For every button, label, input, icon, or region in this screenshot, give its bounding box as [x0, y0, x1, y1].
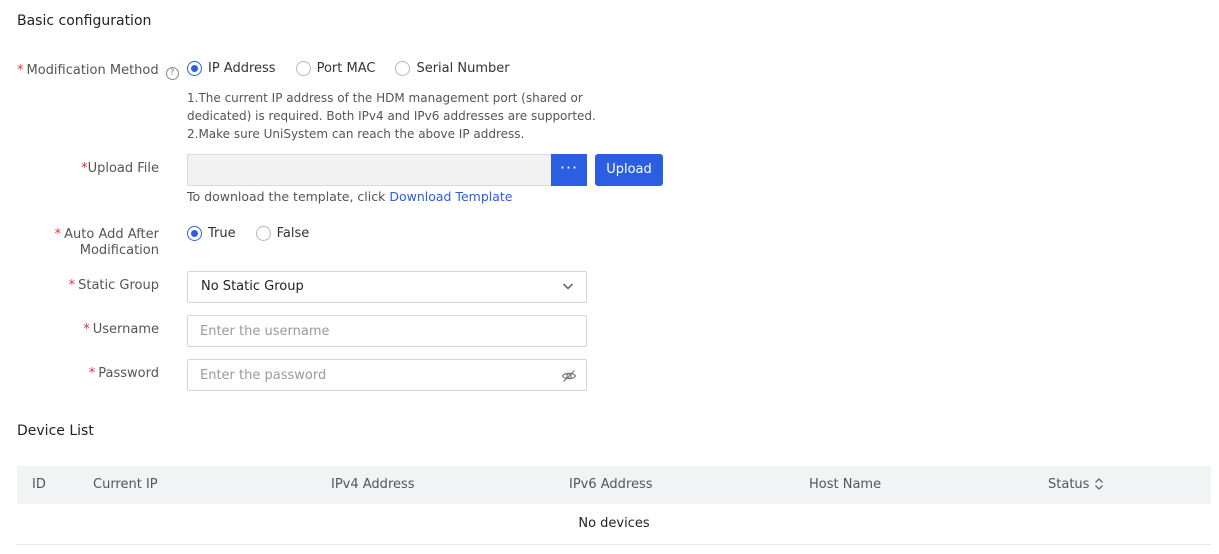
- browse-file-button[interactable]: ···: [551, 154, 587, 186]
- static-group-select[interactable]: No Static Group: [187, 271, 587, 303]
- required-mark: *: [83, 322, 90, 337]
- password-input[interactable]: [188, 360, 586, 390]
- device-table-body: No devices: [17, 504, 1211, 545]
- radio-unchecked-icon: [395, 61, 411, 76]
- radio-unchecked-icon: [295, 61, 311, 76]
- upload-file-text: Upload File: [87, 161, 159, 176]
- help-icon[interactable]: ?: [165, 67, 179, 80]
- username-input[interactable]: [188, 316, 586, 346]
- required-mark: *: [17, 63, 24, 78]
- radio-label-port-mac: Port MAC: [316, 61, 376, 76]
- password-field-wrap: [187, 359, 587, 391]
- modification-method-text: Modification Method: [26, 63, 159, 78]
- upload-file-label: *Upload File: [81, 161, 159, 177]
- eye-hidden-icon[interactable]: [561, 368, 577, 384]
- method-hint: 1.The current IP address of the HDM mana…: [187, 89, 596, 143]
- basic-config-title: Basic configuration: [17, 13, 152, 29]
- auto-add-text-line2: Modification: [79, 243, 159, 258]
- empty-table-text: No devices: [578, 516, 650, 531]
- radio-label-true: True: [208, 226, 236, 241]
- chevron-down-icon: [563, 283, 573, 290]
- required-mark: *: [68, 278, 76, 293]
- radio-false[interactable]: False: [255, 226, 310, 241]
- download-template-link[interactable]: Download Template: [389, 189, 512, 204]
- radio-serial-number[interactable]: Serial Number: [395, 61, 510, 76]
- column-ipv4-address: IPv4 Address: [331, 477, 415, 492]
- username-text: Username: [92, 322, 159, 337]
- hint-line: dedicated) is required. Both IPv4 and IP…: [187, 109, 596, 123]
- upload-button[interactable]: Upload: [595, 154, 663, 186]
- radio-checked-icon: [187, 226, 202, 241]
- column-status[interactable]: Status: [1048, 477, 1104, 492]
- username-label: * Username: [83, 322, 159, 338]
- username-field-wrap: [187, 315, 587, 347]
- column-current-ip: Current IP: [93, 477, 158, 492]
- password-label: * Password: [89, 366, 159, 382]
- modification-method-label: * Modification Method?: [17, 63, 179, 80]
- modification-method-radio-group: IP Address Port MAC Serial Number: [187, 61, 530, 76]
- required-mark: *: [88, 366, 96, 381]
- hint-line: 1.The current IP address of the HDM mana…: [187, 91, 583, 105]
- device-table-header: ID Current IP IPv4 Address IPv6 Address …: [17, 466, 1211, 504]
- radio-checked-icon: [187, 61, 202, 76]
- password-text: Password: [98, 366, 159, 381]
- file-path-field[interactable]: [187, 154, 551, 186]
- download-template-hint: To download the template, click Download…: [187, 189, 512, 204]
- radio-label-false: False: [276, 226, 310, 241]
- static-group-value: No Static Group: [201, 279, 304, 294]
- device-list-title: Device List: [17, 423, 94, 439]
- auto-add-radio-group: True False: [187, 226, 329, 241]
- radio-port-mac[interactable]: Port MAC: [295, 61, 376, 76]
- column-status-label: Status: [1048, 477, 1090, 492]
- column-ipv6-address: IPv6 Address: [569, 477, 653, 492]
- required-mark: *: [54, 227, 62, 242]
- radio-true[interactable]: True: [187, 226, 236, 241]
- column-host-name: Host Name: [809, 477, 882, 492]
- hint-line: 2.Make sure UniSystem can reach the abov…: [187, 127, 525, 141]
- sort-icon[interactable]: [1094, 477, 1104, 491]
- radio-label-serial-number: Serial Number: [416, 61, 510, 76]
- auto-add-label: * Auto Add After Modification: [55, 227, 159, 259]
- auto-add-text-line1: Auto Add After: [64, 227, 159, 242]
- static-group-label: * Static Group: [69, 278, 159, 294]
- static-group-text: Static Group: [78, 278, 159, 293]
- download-hint-text: To download the template, click: [187, 189, 390, 204]
- column-id: ID: [32, 477, 46, 492]
- radio-ip-address[interactable]: IP Address: [187, 61, 276, 76]
- radio-label-ip-address: IP Address: [208, 61, 276, 76]
- radio-unchecked-icon: [255, 226, 271, 241]
